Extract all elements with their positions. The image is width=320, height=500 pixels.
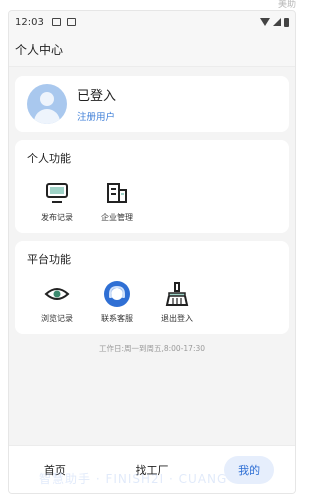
profile-role: 注册用户 (77, 112, 116, 123)
publish-records-label: 发布记录 (41, 213, 73, 222)
broom-icon (163, 281, 191, 307)
notification-icon (66, 18, 76, 26)
phone-frame: 12:03 个人中心 已登入 注册用户 个人功能 发布记录 企业管理 平台功能 … (8, 10, 296, 494)
wifi-icon (260, 18, 270, 26)
status-time: 12:03 (15, 16, 44, 28)
personal-functions-card: 个人功能 发布记录 企业管理 (15, 140, 289, 233)
enterprise-management-label: 企业管理 (101, 213, 133, 222)
status-right-icons (260, 17, 289, 27)
browse-history-label: 浏览记录 (41, 314, 73, 323)
contact-service-item[interactable]: 联系客服 (89, 281, 145, 324)
page-header: 个人中心 (9, 33, 295, 67)
tab-mine[interactable]: 我的 (224, 455, 275, 484)
profile-name: 已登入 (77, 89, 117, 104)
contact-service-label: 联系客服 (101, 314, 133, 323)
platform-section-title: 平台功能 (27, 253, 71, 266)
platform-functions-card: 平台功能 浏览记录 联系客服 退出登入 (15, 241, 289, 334)
monitor-icon (43, 180, 71, 206)
battery-icon (284, 17, 289, 27)
avatar-head-shape (40, 92, 54, 106)
logout-item[interactable]: 退出登入 (149, 281, 205, 324)
status-bar: 12:03 (9, 11, 295, 33)
avatar-body-shape (34, 109, 60, 124)
personal-grid: 发布记录 企业管理 (15, 166, 289, 233)
corner-text: 美助 (277, 0, 296, 10)
avatar[interactable] (27, 84, 67, 124)
page-title: 个人中心 (15, 43, 64, 57)
publish-records-item[interactable]: 发布记录 (29, 180, 85, 223)
profile-card[interactable]: 已登入 注册用户 (15, 76, 289, 132)
logout-label: 退出登入 (161, 314, 193, 323)
personal-section-title: 个人功能 (27, 152, 71, 165)
mail-icon (51, 18, 61, 26)
building-icon (103, 180, 131, 206)
customer-service-icon (103, 281, 131, 307)
platform-grid: 浏览记录 联系客服 退出登入 (15, 267, 289, 334)
browse-history-item[interactable]: 浏览记录 (29, 281, 85, 324)
watermark: 智慧助手 · FINISH2I · CUANG (39, 472, 228, 486)
enterprise-management-item[interactable]: 企业管理 (89, 180, 145, 223)
eye-icon (43, 281, 71, 307)
profile-text: 已登入 注册用户 (77, 85, 116, 123)
work-hours-text: 工作日:周一到周五,8:00-17:30 (98, 344, 206, 353)
signal-icon (273, 18, 281, 26)
